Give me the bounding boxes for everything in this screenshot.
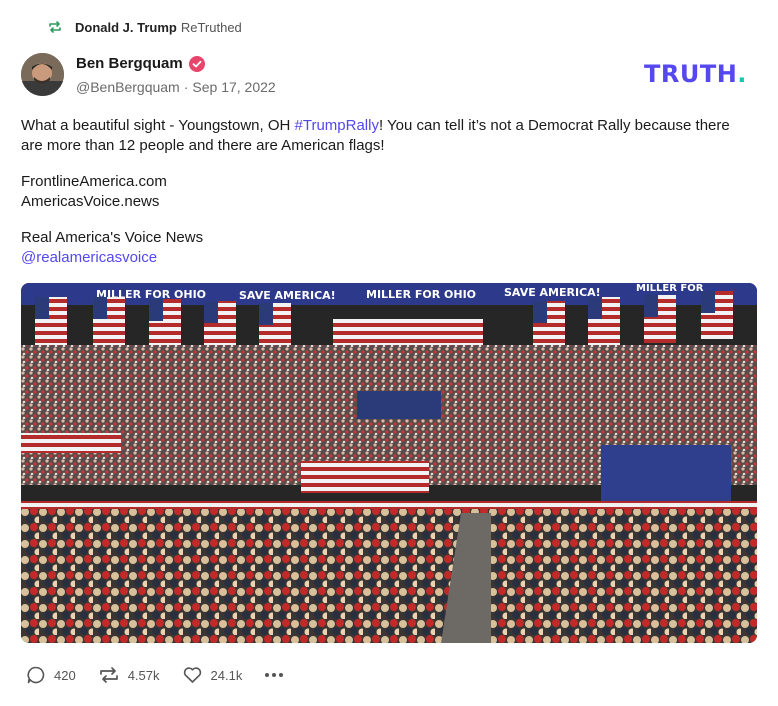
retruth-icon bbox=[47, 19, 63, 35]
retruth-header: Donald J. Trump ReTruthed bbox=[47, 19, 242, 35]
post-image[interactable]: MILLER FOR OHIO SAVE AMERICA! MILLER FOR… bbox=[21, 283, 757, 643]
banner-text: MILLER FOR bbox=[636, 283, 704, 294]
reply-count: 420 bbox=[54, 667, 76, 683]
banner-text: MILLER FOR OHIO bbox=[366, 288, 476, 301]
more-options-button[interactable] bbox=[264, 672, 284, 678]
action-bar: 420 4.57k 24.1k bbox=[26, 665, 284, 685]
author-meta: @BenBergquam · Sep 17, 2022 bbox=[76, 79, 276, 95]
heart-icon bbox=[183, 667, 201, 683]
retruth-action-label: ReTruthed bbox=[180, 19, 242, 35]
reply-icon bbox=[27, 666, 45, 684]
post-body: What a beautiful sight - Youngstown, OH … bbox=[21, 116, 751, 268]
truth-logo-dot: . bbox=[737, 60, 747, 88]
post-source: Real America's Voice News bbox=[21, 229, 204, 246]
hashtag-link[interactable]: #TrumpRally bbox=[295, 117, 379, 134]
reply-button[interactable]: 420 bbox=[26, 665, 76, 685]
verified-badge-icon bbox=[188, 55, 205, 72]
author-name[interactable]: Ben Bergquam bbox=[76, 55, 183, 72]
more-dots-icon bbox=[265, 673, 284, 677]
meta-separator: · bbox=[183, 79, 189, 95]
like-count: 24.1k bbox=[210, 667, 243, 683]
like-button[interactable]: 24.1k bbox=[182, 665, 243, 685]
post-paragraph: What a beautiful sight - Youngstown, OH … bbox=[21, 116, 751, 156]
banner-text: SAVE AMERICA! bbox=[239, 289, 336, 302]
post-link-frontline: FrontlineAmerica.com bbox=[21, 173, 167, 190]
post-text-segment: What a beautiful sight - Youngstown, OH bbox=[21, 117, 295, 134]
post-date[interactable]: Sep 17, 2022 bbox=[192, 79, 275, 95]
retruth-count: 4.57k bbox=[127, 667, 160, 683]
retruth-user[interactable]: Donald J. Trump bbox=[75, 20, 177, 35]
retruth-icon bbox=[99, 667, 118, 683]
truth-logo-text: TRUTH bbox=[644, 60, 738, 88]
author-handle[interactable]: @BenBergquam bbox=[76, 79, 180, 95]
retruth-button[interactable]: 4.57k bbox=[98, 665, 160, 685]
avatar[interactable] bbox=[21, 53, 64, 96]
banner-text: SAVE AMERICA! bbox=[504, 286, 601, 299]
author-name-row: Ben Bergquam bbox=[76, 55, 205, 72]
post-link-americasvoice: AmericasVoice.news bbox=[21, 193, 160, 210]
truth-logo[interactable]: TRUTH. bbox=[644, 60, 747, 88]
mention-link[interactable]: @realamericasvoice bbox=[21, 248, 751, 268]
